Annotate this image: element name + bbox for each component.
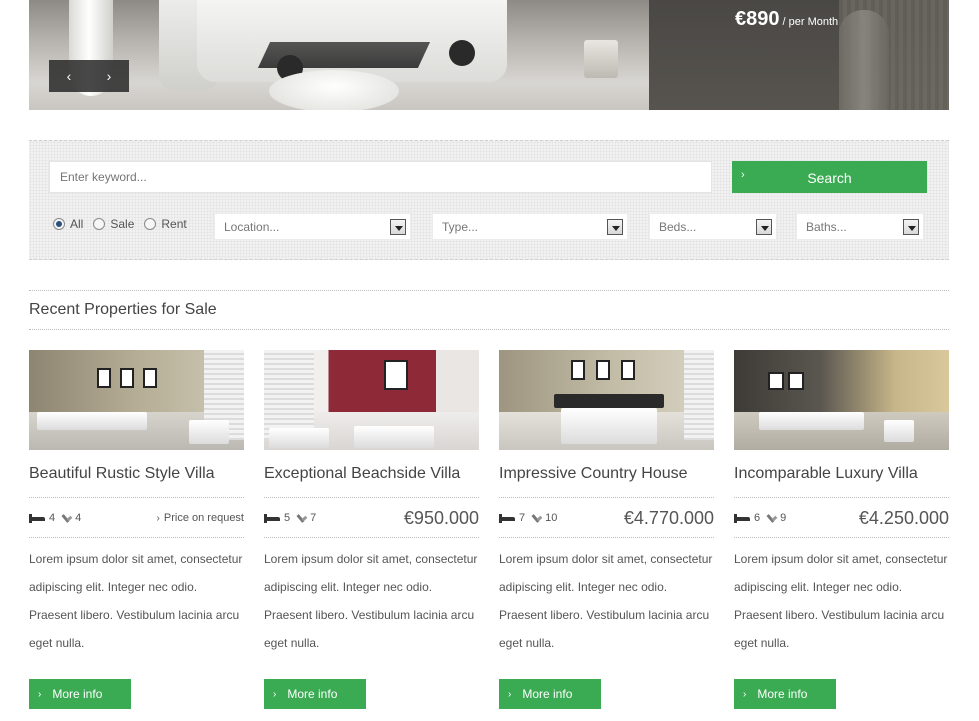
chevron-down-icon[interactable] [390, 219, 406, 235]
type-select-value: Type... [442, 220, 479, 234]
slider-prev-icon[interactable]: ‹ [67, 68, 72, 84]
radio-all-label: All [70, 217, 84, 231]
location-select[interactable]: Location... [214, 213, 411, 240]
beds-select-value: Beds... [659, 220, 697, 234]
baths-select[interactable]: Baths... [796, 213, 924, 240]
property-card: Impressive Country House 7 10 €4.770.000… [499, 350, 714, 709]
property-card: Incomparable Luxury Villa 6 9 €4.250.000… [734, 350, 949, 709]
hero-price: €890/ per Month [735, 8, 838, 31]
slider-next-icon[interactable]: › [107, 68, 112, 84]
baths-count: 9 [780, 512, 787, 524]
baths-select-value: Baths... [806, 220, 847, 234]
section-header: Recent Properties for Sale [29, 290, 949, 330]
hero-info-panel: €890/ per Month [649, 0, 949, 110]
more-info-button[interactable]: › More info [499, 679, 601, 709]
more-info-label: More info [757, 687, 808, 701]
type-select[interactable]: Type... [432, 213, 628, 240]
property-meta: 6 9 €4.250.000 [734, 498, 949, 538]
more-info-button[interactable]: › More info [264, 679, 366, 709]
property-photo[interactable] [499, 350, 714, 450]
hero-price-period: / per Month [782, 16, 839, 28]
bed-icon [499, 513, 515, 523]
beds-select[interactable]: Beds... [649, 213, 777, 240]
more-info-label: More info [52, 687, 103, 701]
bath-icon [767, 513, 777, 523]
chevron-down-icon[interactable] [756, 219, 772, 235]
property-meta: 4 4 › Price on request [29, 498, 244, 538]
radio-rent-dot[interactable] [144, 218, 157, 230]
radio-sale-label: Sale [110, 217, 135, 231]
property-price: › Price on request [157, 512, 244, 524]
more-info-button[interactable]: › More info [29, 679, 131, 709]
chevron-right-icon: › [508, 688, 512, 700]
bed-icon [29, 513, 45, 523]
bed-icon [264, 513, 280, 523]
property-title[interactable]: Incomparable Luxury Villa [734, 465, 949, 498]
chevron-right-icon: › [743, 688, 747, 700]
property-price-text: Price on request [163, 512, 244, 524]
chevron-down-icon[interactable] [903, 219, 919, 235]
beds-count: 4 [49, 512, 56, 524]
chevron-right-icon: › [273, 688, 277, 700]
radio-sale-dot[interactable] [93, 218, 106, 230]
search-panel: › Search All Sale Rent Location... Type.… [29, 140, 949, 260]
property-price: €950.000 [403, 508, 479, 528]
hero-price-amount: €890 [735, 8, 780, 30]
property-price: €4.770.000 [623, 508, 714, 528]
property-meta: 5 7 €950.000 [264, 498, 479, 538]
property-photo[interactable] [264, 350, 479, 450]
radio-rent-label: Rent [161, 217, 187, 231]
more-info-button[interactable]: › More info [734, 679, 836, 709]
radio-all[interactable]: All [53, 217, 83, 231]
property-title[interactable]: Impressive Country House [499, 465, 714, 498]
radio-rent[interactable]: Rent [144, 217, 187, 231]
search-button[interactable]: › Search [732, 161, 927, 193]
more-info-label: More info [287, 687, 338, 701]
chevron-down-icon[interactable] [607, 219, 623, 235]
property-photo[interactable] [734, 350, 949, 450]
bath-icon [297, 513, 307, 523]
property-title[interactable]: Beautiful Rustic Style Villa [29, 465, 244, 498]
more-info-label: More info [522, 687, 573, 701]
beds-count: 5 [284, 512, 291, 524]
hero-image: ‹ › [29, 0, 649, 110]
hero-slider: ‹ › €890/ per Month [29, 0, 949, 110]
listing-type-radios: All Sale Rent [53, 217, 197, 231]
property-description: Lorem ipsum dolor sit amet, consectetur … [29, 552, 243, 650]
property-price: €4.250.000 [858, 508, 949, 528]
bed-icon [734, 513, 750, 523]
location-select-value: Location... [224, 220, 280, 234]
section-title: Recent Properties for Sale [29, 301, 217, 318]
radio-sale[interactable]: Sale [93, 217, 134, 231]
chevron-right-icon: › [156, 513, 160, 524]
bath-icon [532, 513, 542, 523]
property-title[interactable]: Exceptional Beachside Villa [264, 465, 479, 498]
property-card: Exceptional Beachside Villa 5 7 €950.000… [264, 350, 479, 709]
property-photo[interactable] [29, 350, 244, 450]
baths-count: 4 [75, 512, 82, 524]
radio-all-dot[interactable] [53, 218, 65, 230]
beds-count: 7 [519, 512, 526, 524]
property-description: Lorem ipsum dolor sit amet, consectetur … [499, 552, 713, 650]
beds-count: 6 [754, 512, 761, 524]
property-description: Lorem ipsum dolor sit amet, consectetur … [264, 552, 478, 650]
baths-count: 7 [310, 512, 317, 524]
property-description: Lorem ipsum dolor sit amet, consectetur … [734, 552, 948, 650]
property-meta: 7 10 €4.770.000 [499, 498, 714, 538]
baths-count: 10 [545, 512, 558, 524]
keyword-input[interactable] [49, 161, 712, 193]
property-card: Beautiful Rustic Style Villa 4 4 › Price … [29, 350, 244, 709]
chevron-right-icon: › [38, 688, 42, 700]
slider-nav: ‹ › [49, 60, 129, 92]
bath-icon [62, 513, 72, 523]
search-button-label: Search [807, 170, 852, 186]
